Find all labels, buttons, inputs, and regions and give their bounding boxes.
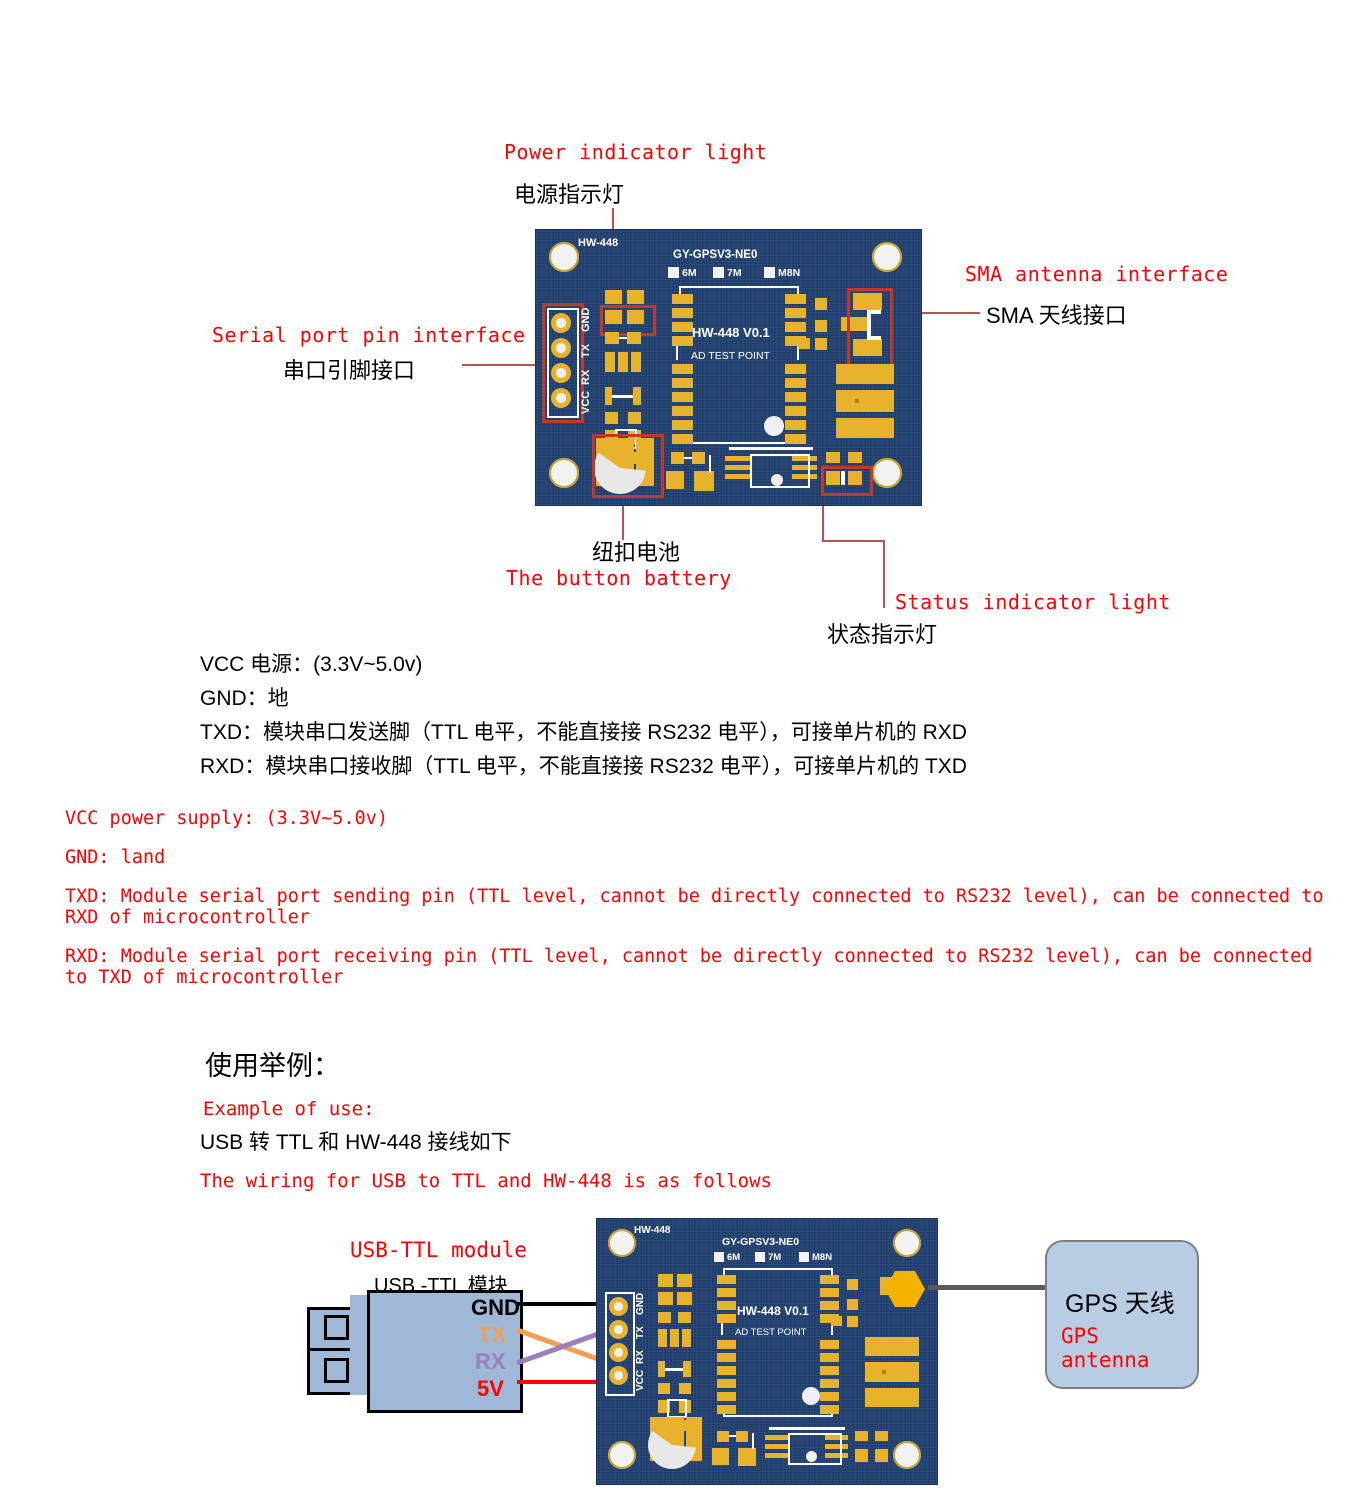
usb-connector-square-bottom bbox=[324, 1358, 349, 1383]
pcb-mark-hw448: HW-448 bbox=[578, 237, 619, 249]
callout-serial-cn: 串口引脚接口 bbox=[283, 358, 416, 383]
callout-status-cn: 状态指示灯 bbox=[827, 622, 938, 647]
callout-battery-en: The button battery bbox=[506, 566, 732, 590]
pcb2-hole-bl bbox=[608, 1441, 636, 1469]
callout-power-indicator-en: Power indicator light bbox=[504, 140, 768, 164]
pcb2-option-label-7m: 7M bbox=[768, 1252, 782, 1263]
spec-cn-rxd: RXD：模块串口接收脚（TTL 电平，不能直接接 RS232 电平），可接单片机… bbox=[200, 755, 967, 778]
pcb2-pin-vcc bbox=[609, 1366, 628, 1385]
pcb-option-box-m8n bbox=[764, 267, 775, 278]
spec-cn-gnd: GND：地 bbox=[200, 687, 289, 710]
pcb-pinlabel-tx: TX bbox=[580, 343, 592, 358]
pcb2-option-label-m8n: M8N bbox=[812, 1252, 833, 1263]
pcb2-hole-tr bbox=[893, 1229, 921, 1257]
gps-antenna-label-cn: GPS 天线 bbox=[1065, 1290, 1175, 1318]
highlight-sma-interface bbox=[847, 288, 893, 367]
pcb2-pinlabel-rx: RX bbox=[635, 1350, 646, 1364]
callout-serial-en: Serial port pin interface bbox=[212, 323, 526, 347]
callout-battery-cn: 纽扣电池 bbox=[592, 540, 681, 565]
pcb-pinlabel-vcc: VCC bbox=[580, 390, 592, 414]
pcb2-pinlabel-tx: TX bbox=[635, 1326, 646, 1339]
pcb2-pin-gnd bbox=[609, 1297, 628, 1316]
pcb2-option-label-6m: 6M bbox=[727, 1252, 741, 1263]
pcb-option-label-7m: 7M bbox=[727, 267, 742, 279]
pcb2-pin-rx bbox=[609, 1343, 628, 1362]
wire-5v bbox=[517, 1380, 607, 1384]
example-line-en: The wiring for USB to TTL and HW-448 is … bbox=[200, 1170, 772, 1192]
pcb-pinlabel-gnd: GND bbox=[580, 307, 592, 332]
usb-pin-label-rx: RX bbox=[475, 1349, 506, 1374]
pcb2-hole-br bbox=[893, 1441, 921, 1469]
usb-ttl-module-label-en: USB-TTL module bbox=[350, 1238, 528, 1262]
pcb2-pinlabel-gnd: GND bbox=[635, 1292, 646, 1315]
mounting-hole-br bbox=[872, 458, 902, 488]
pcb2-pin-tx bbox=[609, 1320, 628, 1339]
highlight-button-battery bbox=[592, 434, 664, 498]
callout-sma-en: SMA antenna interface bbox=[965, 262, 1229, 286]
pcb2-version: HW-448 V0.1 bbox=[737, 1304, 809, 1318]
spec-en-rxd: RXD: Module serial port receiving pin (T… bbox=[65, 946, 1313, 988]
spec-en-vcc: VCC power supply: (3.3V~5.0v) bbox=[65, 808, 389, 829]
callout-power-indicator-cn: 电源指示灯 bbox=[514, 182, 625, 207]
callout-sma-cn: SMA 天线接口 bbox=[986, 303, 1127, 328]
pcb2-pinlabel-vcc: VCC bbox=[635, 1369, 646, 1391]
gps-antenna-box: GPS 天线 GPS antenna bbox=[1045, 1240, 1199, 1389]
spec-cn-txd: TXD：模块串口发送脚（TTL 电平，不能直接接 RS232 电平），可接单片机… bbox=[200, 721, 967, 744]
spec-cn-vcc: VCC 电源：(3.3V~5.0v) bbox=[200, 653, 423, 676]
usb-pin-label-5v: 5V bbox=[477, 1376, 504, 1401]
pcb-option-label-m8n: M8N bbox=[778, 267, 801, 279]
example-heading-cn: 使用举例： bbox=[205, 1051, 340, 1081]
pcb-version: HW-448 V0.1 bbox=[692, 325, 770, 340]
pcb2-hole-tl bbox=[608, 1229, 636, 1257]
pcb2-option-box-7m bbox=[755, 1252, 765, 1262]
spec-en-txd: TXD: Module serial port sending pin (TTL… bbox=[65, 886, 1324, 928]
pcb-board-bottom: HW-448 GY-GPSV3-NE0 6M 7M M8N GND TX RX … bbox=[596, 1218, 938, 1485]
pcb2-part-number: GY-GPSV3-NE0 bbox=[722, 1236, 800, 1248]
pcb-test-point: AD TEST POINT bbox=[691, 350, 770, 362]
pcb-board-top: HW-448 GY-GPSV3-NE0 6M 7M M8N GND TX RX … bbox=[535, 229, 922, 506]
pcb-option-box-6m bbox=[668, 267, 679, 278]
callout-status-en: Status indicator light bbox=[895, 590, 1171, 614]
pcb-part-number: GY-GPSV3-NE0 bbox=[673, 249, 758, 261]
coax-cable bbox=[928, 1285, 1048, 1290]
pcb2-mark-hw448: HW-448 bbox=[634, 1225, 671, 1236]
gps-antenna-label-en: GPS antenna bbox=[1061, 1324, 1150, 1372]
mounting-hole-tr bbox=[872, 242, 902, 272]
leader-battery-v bbox=[622, 500, 624, 540]
example-heading-en: Example of use: bbox=[203, 1098, 375, 1120]
usb-connector-square-top bbox=[324, 1315, 349, 1340]
pcb-pinlabel-rx: RX bbox=[580, 369, 592, 385]
mounting-hole-tl bbox=[549, 242, 579, 272]
usb-pin-label-tx: TX bbox=[478, 1322, 507, 1347]
mounting-hole-bl bbox=[549, 458, 579, 488]
highlight-serial-header bbox=[542, 303, 584, 423]
spec-en-gnd: GND: land bbox=[65, 847, 166, 868]
pcb-option-box-7m bbox=[713, 267, 724, 278]
example-line-cn: USB 转 TTL 和 HW-448 接线如下 bbox=[200, 1131, 512, 1154]
highlight-status-led bbox=[821, 466, 873, 496]
leader-status-v2 bbox=[883, 540, 885, 608]
spec-list-cn: VCC 电源：(3.3V~5.0v) GND：地 TXD：模块串口发送脚（TTL… bbox=[200, 648, 967, 784]
pcb2-test-point: AD TEST POINT bbox=[735, 1327, 807, 1338]
pcb-option-label-6m: 6M bbox=[682, 267, 697, 279]
spec-list-en: VCC power supply: (3.3V~5.0v) GND: land … bbox=[65, 808, 1343, 988]
pcb2-option-box-6m bbox=[714, 1252, 724, 1262]
pcb2-option-box-m8n bbox=[799, 1252, 809, 1262]
leader-status-h bbox=[822, 540, 884, 542]
